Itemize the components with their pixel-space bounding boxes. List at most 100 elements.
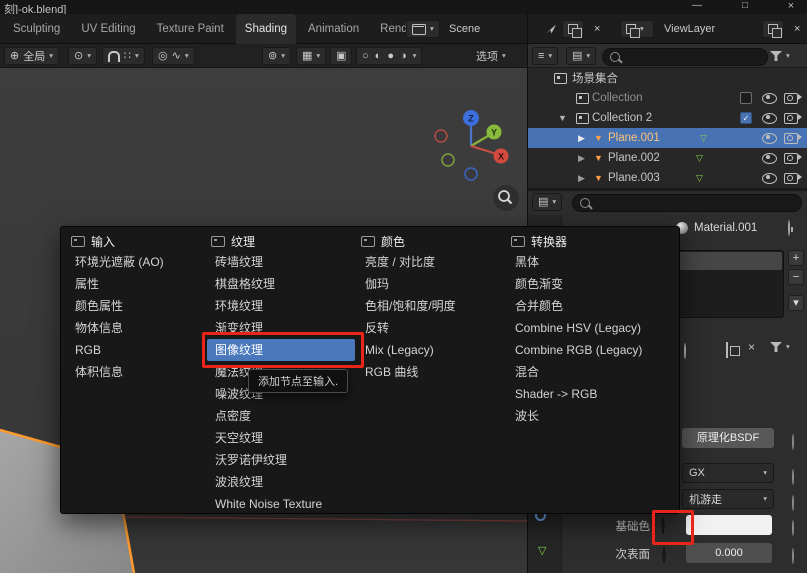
maximize-button[interactable]: □: [730, 0, 760, 13]
disable-render-camera-icon[interactable]: [784, 133, 798, 144]
tab-sculpting[interactable]: Sculpting: [4, 14, 69, 44]
outliner-editor-type-button[interactable]: ≡ ▾: [532, 47, 558, 65]
scene-name[interactable]: Scene: [443, 20, 486, 38]
hide-viewport-eye-icon[interactable]: [762, 113, 777, 124]
outliner-row-collection[interactable]: Collection: [528, 88, 807, 108]
tab-rendering[interactable]: Renderi: [371, 14, 406, 44]
hide-viewport-eye-icon[interactable]: [762, 153, 777, 164]
disable-render-camera-icon[interactable]: [784, 113, 798, 124]
expander-closed-icon[interactable]: ▶: [578, 128, 585, 148]
viewport-shading-group[interactable]: ○ ◐ ● ◑ ▾: [356, 47, 422, 65]
menu-item[interactable]: Combine RGB (Legacy): [507, 339, 675, 361]
expander-closed-icon[interactable]: ▶: [578, 148, 585, 168]
menu-item[interactable]: 环境光遮蔽 (AO): [67, 251, 205, 273]
hide-viewport-eye-icon[interactable]: [762, 173, 777, 184]
minimize-button[interactable]: —: [682, 0, 712, 13]
hide-viewport-eye-icon[interactable]: [762, 93, 777, 104]
material-filter-button[interactable]: ▾: [770, 342, 790, 352]
tab-texture-paint[interactable]: Texture Paint: [148, 14, 233, 44]
zoom-tool-icon[interactable]: [493, 185, 519, 211]
menu-item[interactable]: 沃罗诺伊纹理: [207, 449, 355, 471]
options-dropdown[interactable]: 选项 ▾: [470, 47, 512, 65]
outliner-search[interactable]: [602, 48, 768, 66]
surface-shader-button[interactable]: 原理化BSDF: [682, 428, 774, 448]
menu-item[interactable]: Shader -> RGB: [507, 383, 675, 405]
menu-item[interactable]: 属性: [67, 273, 205, 295]
properties-search-input[interactable]: [595, 197, 794, 209]
menu-item[interactable]: 砖墙纹理: [207, 251, 355, 273]
collection-checkbox[interactable]: ✓: [740, 112, 752, 124]
outliner-filter-button[interactable]: ▾: [764, 47, 796, 65]
overlays-dropdown[interactable]: ▦ ▾: [296, 47, 326, 65]
properties-editor-type-button[interactable]: ▤ ▾: [532, 193, 562, 211]
remove-slot-button[interactable]: −: [788, 269, 804, 285]
tab-animation[interactable]: Animation: [299, 14, 368, 44]
properties-search[interactable]: [572, 194, 802, 212]
distribution-dropdown[interactable]: GX ▾: [682, 463, 774, 483]
pin-icon[interactable]: [788, 221, 790, 235]
menu-item[interactable]: 棋盘格纹理: [207, 273, 355, 295]
unlink-material-icon[interactable]: ×: [748, 341, 755, 353]
outliner-display-mode-button[interactable]: ▤ ▾: [566, 47, 596, 65]
scene-unlink-button[interactable]: ×: [588, 20, 606, 38]
expander-open-icon[interactable]: ▼: [558, 108, 567, 128]
menu-item[interactable]: 颜色属性: [67, 295, 205, 317]
snap-group[interactable]: ∷ ▾: [102, 47, 145, 65]
outliner-row-collection2[interactable]: ▼ Collection 2 ✓: [528, 108, 807, 128]
transform-orientation-dropdown[interactable]: ⊕ 全局 ▾: [4, 47, 59, 65]
hide-viewport-eye-icon[interactable]: [762, 133, 777, 144]
disable-render-camera-icon[interactable]: [784, 93, 798, 104]
collection-checkbox[interactable]: [740, 92, 752, 104]
menu-item[interactable]: 色相/饱和度/明度: [357, 295, 505, 317]
disable-render-camera-icon[interactable]: [784, 153, 798, 164]
outliner-row-plane-002[interactable]: ▶ ▼ Plane.002 ▽: [528, 148, 807, 168]
gizmos-dropdown[interactable]: ⊚ ▾: [262, 47, 291, 65]
subsurface-socket-dot[interactable]: [662, 548, 666, 562]
base-color-swatch[interactable]: [686, 515, 772, 535]
menu-item[interactable]: 黑体: [507, 251, 675, 273]
viewlayer-unlink-button[interactable]: ×: [788, 20, 806, 38]
scene-copy-button[interactable]: [562, 20, 584, 38]
menu-item[interactable]: Combine HSV (Legacy): [507, 317, 675, 339]
menu-item[interactable]: 体积信息: [67, 361, 205, 383]
outliner-row-plane-001-selected[interactable]: ▶ ▼ Plane.001 ▽: [528, 128, 807, 148]
menu-item[interactable]: White Noise Texture: [207, 493, 355, 515]
viewlayer-browse-button[interactable]: ▾: [620, 20, 654, 38]
shading-solid-icon[interactable]: ◐: [375, 51, 382, 62]
disable-render-camera-icon[interactable]: [784, 173, 798, 184]
menu-item[interactable]: 天空纹理: [207, 427, 355, 449]
browse-material-icon[interactable]: [684, 344, 686, 358]
menu-item[interactable]: 混合: [507, 361, 675, 383]
menu-item[interactable]: Mix (Legacy): [357, 339, 505, 361]
menu-item[interactable]: 颜色渐变: [507, 273, 675, 295]
tab-uv-editing[interactable]: UV Editing: [72, 14, 144, 44]
menu-item[interactable]: RGB: [67, 339, 205, 361]
proportional-edit-group[interactable]: ◎ ∿ ▾: [152, 47, 195, 65]
menu-item[interactable]: RGB 曲线: [357, 361, 505, 383]
menu-item[interactable]: 点密度: [207, 405, 355, 427]
copy-material-icon[interactable]: [726, 343, 728, 357]
shading-material-icon[interactable]: ●: [387, 51, 394, 62]
decorator-dot[interactable]: [792, 549, 794, 563]
axis-y-negative[interactable]: [442, 154, 454, 166]
shading-wireframe-icon[interactable]: ○: [362, 51, 369, 62]
menu-item[interactable]: 环境纹理: [207, 295, 355, 317]
menu-item[interactable]: 合并颜色: [507, 295, 675, 317]
axis-x-negative[interactable]: [435, 130, 447, 142]
shading-rendered-icon[interactable]: ◑: [400, 51, 407, 62]
close-button[interactable]: ×: [778, 0, 804, 13]
scene-browse-button[interactable]: ▾: [406, 20, 440, 38]
subsurface-value-field[interactable]: 0.000: [686, 543, 772, 563]
outliner-row-scene-collection[interactable]: 场景集合: [528, 68, 807, 88]
menu-item[interactable]: 伽玛: [357, 273, 505, 295]
menu-item[interactable]: 反转: [357, 317, 505, 339]
axis-z-negative[interactable]: [465, 168, 477, 180]
scene-new-button[interactable]: [540, 20, 562, 38]
menu-item[interactable]: 物体信息: [67, 317, 205, 339]
decorator-dot[interactable]: [792, 435, 794, 449]
xray-toggle[interactable]: ▣: [330, 47, 352, 65]
tab-shading[interactable]: Shading: [236, 14, 296, 44]
expander-closed-icon[interactable]: ▶: [578, 168, 585, 188]
object-data-tab-icon[interactable]: ▽: [538, 546, 546, 557]
viewlayer-copy-button[interactable]: [762, 20, 784, 38]
